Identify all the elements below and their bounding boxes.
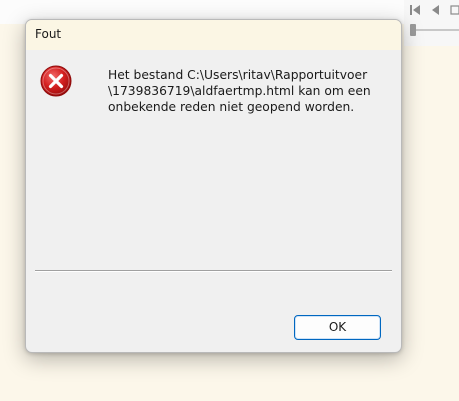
first-frame-icon[interactable] <box>408 3 422 17</box>
background-slider-track[interactable] <box>412 29 459 31</box>
separator <box>35 270 392 272</box>
stop-icon[interactable] <box>448 3 459 17</box>
ok-button[interactable]: OK <box>294 315 381 340</box>
previous-frame-icon[interactable] <box>428 3 442 17</box>
background-toolbar <box>404 0 459 46</box>
dialog-title: Fout <box>35 27 62 41</box>
dialog-titlebar[interactable]: Fout <box>26 20 401 50</box>
error-dialog: Fout Het bestand C:\Users\ritav\Rapportu… <box>25 19 402 353</box>
error-icon <box>40 65 72 97</box>
message-line: Het bestand C:\Users\ritav\Rapportuitvoe… <box>108 68 368 82</box>
message-line: \1739836719\aldfaertmp.html kan om een <box>108 84 371 98</box>
error-message: Het bestand C:\Users\ritav\Rapportuitvoe… <box>108 67 393 115</box>
message-line: onbekende reden niet geopend worden. <box>108 100 355 114</box>
background-slider-thumb[interactable] <box>410 24 416 36</box>
